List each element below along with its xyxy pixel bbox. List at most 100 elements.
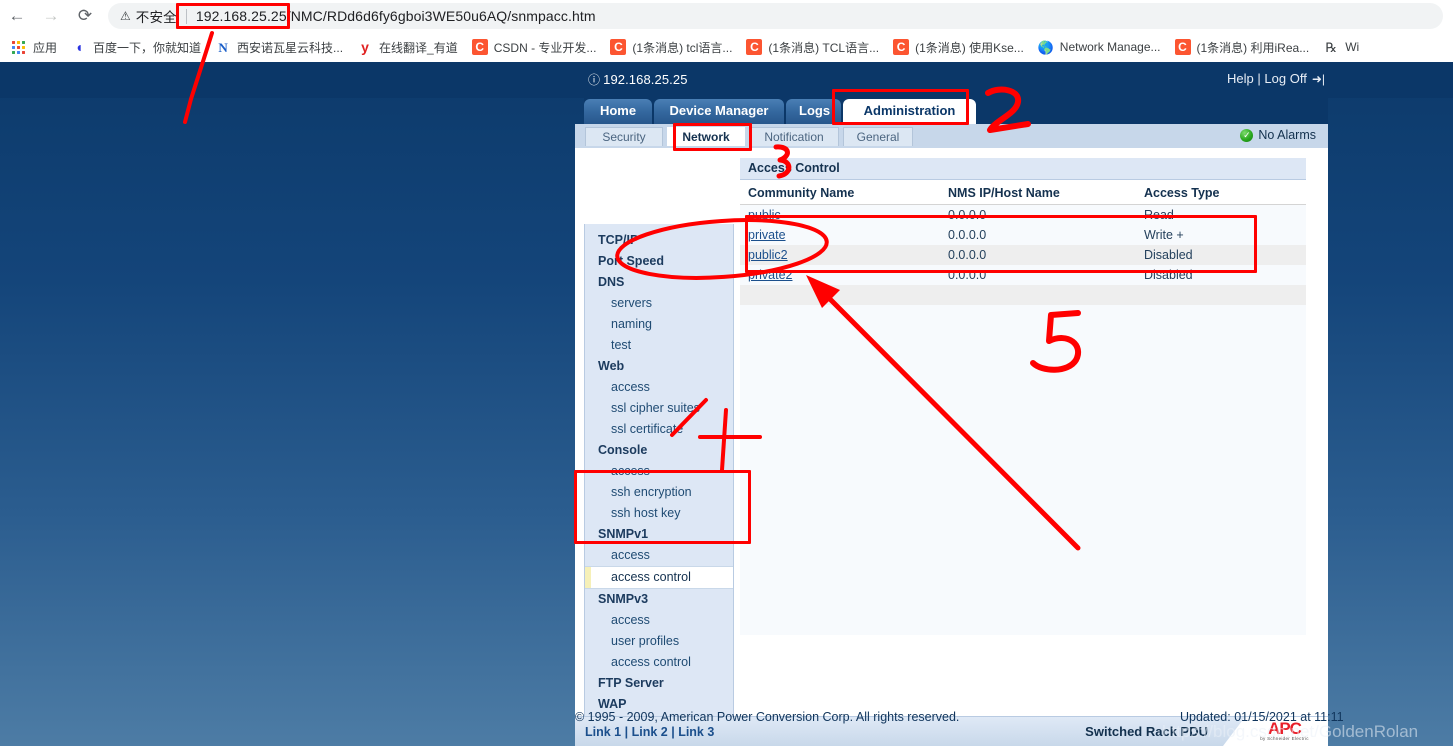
navigation-sidebar: TCP/IP Port Speed DNS servers naming tes… <box>584 224 734 745</box>
sidebar-item-ssl-certificate[interactable]: ssl certificate <box>585 419 733 440</box>
sidebar-item-console[interactable]: Console <box>585 440 733 461</box>
footer-links: Link 1 | Link 2 | Link 3 <box>585 725 714 739</box>
sidebar-item-web[interactable]: Web <box>585 356 733 377</box>
sidebar-item-snmpv1-access-control[interactable]: access control <box>585 566 733 589</box>
watermark-text: https://blog.csdn.net/GoldenRolan <box>1162 722 1419 741</box>
col-header-nms-ip-host-name: NMS IP/Host Name <box>940 181 1136 205</box>
table-row[interactable]: public 0.0.0.0 Read <box>740 204 1306 225</box>
device-ip-value: 192.168.25.25 <box>603 72 688 87</box>
sidebar-item-dns-test[interactable]: test <box>585 335 733 356</box>
cell-community-name[interactable]: public2 <box>740 245 940 265</box>
cell-nms-ip: 0.0.0.0 <box>940 265 1136 285</box>
help-link[interactable]: Help <box>1227 71 1254 86</box>
bookmark-wireshark[interactable]: ℞ Wi <box>1316 35 1366 59</box>
cell-access-type: Disabled <box>1136 265 1306 285</box>
sidebar-item-snmpv1-access[interactable]: access <box>585 545 733 566</box>
sidebar-items: TCP/IP Port Speed DNS servers naming tes… <box>585 224 733 715</box>
table-row[interactable]: public2 0.0.0.0 Disabled <box>740 245 1306 265</box>
community-link-private[interactable]: private <box>748 228 786 242</box>
sidebar-item-ssh-encryption[interactable]: ssh encryption <box>585 482 733 503</box>
bookmark-label: Wi <box>1345 40 1360 54</box>
community-link-private2[interactable]: private2 <box>748 268 792 282</box>
sidebar-item-snmpv3-user-profiles[interactable]: user profiles <box>585 631 733 652</box>
table-row[interactable]: private2 0.0.0.0 Disabled <box>740 265 1306 285</box>
bookmark-baidu[interactable]: ◖ 百度一下，你就知道 <box>64 35 208 59</box>
sidebar-item-web-access[interactable]: access <box>585 377 733 398</box>
site-security-indicator[interactable]: ⚠ 不安全 <box>120 6 177 26</box>
browser-nav-bar: ← → ⟳ ⚠ 不安全 192.168.25.25/NMC/RDd6d6fy6g… <box>0 0 1453 32</box>
community-link-public2[interactable]: public2 <box>748 248 788 262</box>
bookmark-novastar[interactable]: N 西安诺瓦星云科技... <box>208 35 350 59</box>
top-right-links: Help | Log Off ➜| <box>1227 71 1325 86</box>
reload-icon[interactable]: ⟳ <box>68 0 102 32</box>
col-header-community-name: Community Name <box>740 181 940 205</box>
tab-logs[interactable]: Logs <box>786 99 841 124</box>
sidebar-item-dns-servers[interactable]: servers <box>585 293 733 314</box>
bookmark-youdao[interactable]: y 在线翻译_有道 <box>350 35 465 59</box>
sidebar-item-snmpv3-access[interactable]: access <box>585 610 733 631</box>
bookmark-csdn[interactable]: C CSDN - 专业开发... <box>465 35 604 59</box>
csdn-icon: C <box>610 39 627 55</box>
cell-community-name[interactable]: private2 <box>740 265 940 285</box>
subtab-security[interactable]: Security <box>585 127 663 146</box>
cell-access-type: Write + <box>1136 225 1306 245</box>
sidebar-item-ftp-server[interactable]: FTP Server <box>585 673 733 694</box>
globe-icon: 🌎 <box>1037 39 1054 55</box>
address-bar-url[interactable]: 192.168.25.25/NMC/RDd6d6fy6gboi3WE50u6AQ… <box>196 8 596 24</box>
address-bar[interactable]: ⚠ 不安全 192.168.25.25/NMC/RDd6d6fy6gboi3WE… <box>108 3 1443 29</box>
table-row[interactable]: private 0.0.0.0 Write + <box>740 225 1306 245</box>
sidebar-item-console-access[interactable]: access <box>585 461 733 482</box>
forward-arrow-icon[interactable]: → <box>34 0 68 32</box>
bookmark-label: 应用 <box>33 40 58 55</box>
footer-link-1[interactable]: Link 1 <box>585 725 621 739</box>
footer-link-2[interactable]: Link 2 <box>632 725 668 739</box>
security-label: 不安全 <box>135 10 177 25</box>
subtab-notification[interactable]: Notification <box>749 127 839 146</box>
access-control-table: Community Name NMS IP/Host Name Access T… <box>740 181 1306 635</box>
apc-web-page: ⓘ 192.168.25.25 Help | Log Off ➜| Home Dev… <box>0 62 1453 746</box>
info-circle-icon: ⓘ <box>588 73 601 87</box>
subtab-general[interactable]: General <box>843 127 913 146</box>
youdao-icon: y <box>361 39 369 55</box>
cell-community-name[interactable]: private <box>740 225 940 245</box>
cell-filler <box>940 285 1136 305</box>
sidebar-item-ssh-host-key[interactable]: ssh host key <box>585 503 733 524</box>
bookmark-network-manage[interactable]: 🌎 Network Manage... <box>1031 35 1168 59</box>
sidebar-item-tcpip[interactable]: TCP/IP <box>585 230 733 251</box>
tab-device-manager[interactable]: Device Manager <box>654 99 784 124</box>
not-secure-warning-icon: ⚠ <box>120 9 131 23</box>
tab-administration[interactable]: Administration <box>843 99 976 124</box>
cell-nms-ip: 0.0.0.0 <box>940 225 1136 245</box>
bookmarks-bar: 应用 ◖ 百度一下，你就知道 N 西安诺瓦星云科技... y 在线翻译_有道 C… <box>0 32 1453 62</box>
community-link-public[interactable]: public <box>748 208 781 222</box>
sub-tab-bar: Security Network Notification General ✓ … <box>575 124 1328 148</box>
tab-home[interactable]: Home <box>584 99 652 124</box>
back-arrow-icon[interactable]: ← <box>0 0 34 32</box>
sidebar-item-snmpv3[interactable]: SNMPv3 <box>585 589 733 610</box>
sidebar-item-snmpv3-access-control[interactable]: access control <box>585 652 733 673</box>
bookmark-csdn-tcl[interactable]: C (1条消息) tcl语言... <box>603 35 739 59</box>
cell-access-type: Disabled <box>1136 245 1306 265</box>
sidebar-item-snmpv1[interactable]: SNMPv1 <box>585 524 733 545</box>
sidebar-item-dns[interactable]: DNS <box>585 272 733 293</box>
bookmark-csdn-kse[interactable]: C (1条消息) 使用Kse... <box>886 35 1031 59</box>
log-off-link[interactable]: Log Off <box>1264 71 1306 86</box>
access-control-table-wrapper: Community Name NMS IP/Host Name Access T… <box>740 181 1306 635</box>
cell-filler <box>1136 305 1306 635</box>
bookmark-label: (1条消息) tcl语言... <box>632 40 733 55</box>
sidebar-item-dns-naming[interactable]: naming <box>585 314 733 335</box>
bookmark-csdn-tcl2[interactable]: C (1条消息) TCL语言... <box>739 35 886 59</box>
sidebar-item-ssl-cipher-suites[interactable]: ssl cipher suites <box>585 398 733 419</box>
omnibox-divider <box>185 8 187 24</box>
footer-link-3[interactable]: Link 3 <box>678 725 714 739</box>
bookmark-apps[interactable]: 应用 <box>4 35 64 59</box>
cell-community-name[interactable]: public <box>740 204 940 225</box>
log-off-icon[interactable]: ➜| <box>1312 72 1325 86</box>
subtab-network[interactable]: Network <box>667 127 745 146</box>
table-row-filler <box>740 305 1306 635</box>
bookmark-label: (1条消息) 使用Kse... <box>915 40 1024 55</box>
csdn-icon: C <box>893 39 910 55</box>
bookmark-csdn-irea[interactable]: C (1条消息) 利用iRea... <box>1168 35 1317 59</box>
cell-filler <box>1136 285 1306 305</box>
sidebar-item-port-speed[interactable]: Port Speed <box>585 251 733 272</box>
